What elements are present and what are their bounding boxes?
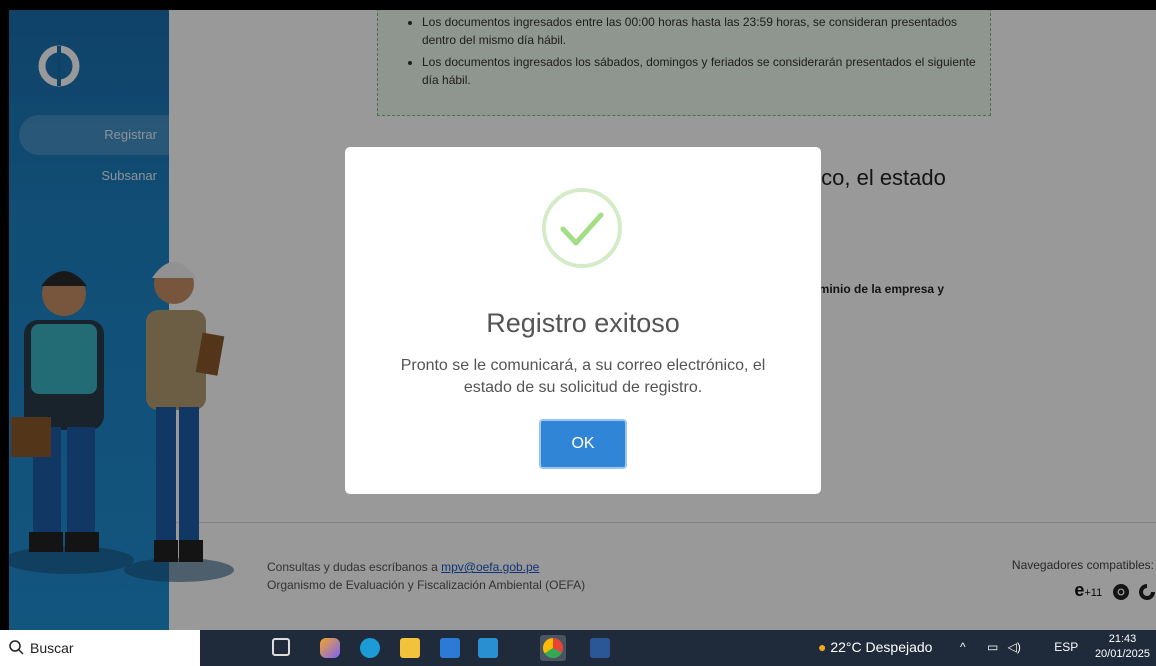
taskbar: Buscar ● 22°C Despejado ^ ▭ ◁) ESP 21:43… [0, 630, 1156, 666]
task-view-icon[interactable] [272, 638, 290, 656]
mail-icon[interactable] [440, 638, 460, 658]
edge-icon[interactable] [360, 638, 380, 658]
volume-icon[interactable]: ◁) [1008, 640, 1021, 654]
clock-date: 20/01/2025 [1094, 648, 1150, 660]
word-icon[interactable] [590, 638, 610, 658]
store-icon[interactable] [478, 638, 498, 658]
taskbar-search[interactable]: Buscar [0, 630, 200, 666]
browser-viewport: Registrar Subsanar Los documentos ingres… [9, 10, 1156, 630]
ok-button[interactable]: OK [539, 419, 627, 469]
weather-text: 22°C Despejado [830, 639, 933, 655]
system-tray: ^ ▭ ◁) ESP [960, 640, 1078, 654]
search-placeholder: Buscar [30, 640, 74, 656]
network-icon[interactable]: ▭ [987, 640, 998, 654]
dialog-message: Pronto se le comunicará, a su correo ele… [400, 357, 766, 396]
search-icon [9, 640, 24, 655]
chevron-up-icon[interactable]: ^ [960, 640, 966, 654]
clock-time: 21:43 [1108, 633, 1137, 645]
chrome-taskbar-icon[interactable] [540, 635, 566, 661]
language-indicator[interactable]: ESP [1054, 640, 1078, 654]
copilot-icon[interactable] [320, 638, 340, 658]
weather-icon: ● [818, 639, 827, 655]
file-explorer-icon[interactable] [400, 638, 420, 658]
weather-widget[interactable]: ● 22°C Despejado [818, 639, 932, 655]
check-icon [542, 188, 622, 268]
clock[interactable]: 21:43 20/01/2025 [1095, 632, 1150, 662]
success-dialog: Registro exitoso Pronto se le comunicará… [345, 147, 821, 494]
dialog-title: Registro exitoso [486, 308, 680, 338]
